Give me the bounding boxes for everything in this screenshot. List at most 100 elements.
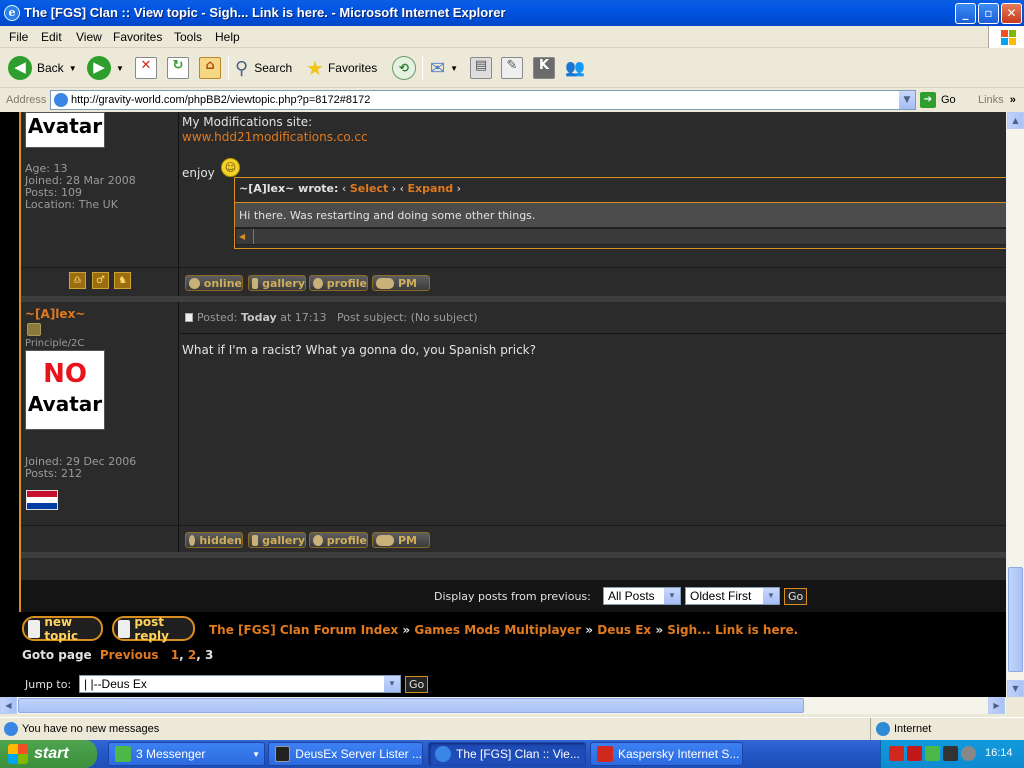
messenger-button[interactable]: 👥 (565, 54, 585, 82)
modifications-link[interactable]: www.hdd21modifications.co.cc (182, 130, 368, 144)
task-messenger[interactable]: 3 Messenger ▼ (108, 742, 265, 766)
task-kaspersky[interactable]: Kaspersky Internet S... (590, 742, 743, 766)
profile-button[interactable]: profile (309, 275, 368, 291)
scroll-thumb[interactable] (1008, 567, 1023, 672)
task-deusex[interactable]: DeusEx Server Lister ... (268, 742, 423, 766)
scroll-thumb[interactable] (18, 698, 804, 713)
home-icon: ⌂ (199, 57, 221, 79)
tray-network-icon[interactable] (889, 746, 904, 761)
pm-button[interactable]: PM (372, 275, 430, 291)
search-button[interactable]: ⚲ Search (235, 54, 292, 82)
edit-button[interactable]: ✎ (501, 54, 523, 82)
close-button[interactable]: ✕ (1001, 3, 1022, 24)
hidden-status-button[interactable]: hidden (185, 532, 243, 548)
tray-monitor-icon[interactable] (943, 746, 958, 761)
display-order-select[interactable]: Oldest First ▼ (685, 587, 780, 605)
document-icon (118, 619, 131, 638)
clock[interactable]: 16:14 (985, 747, 1013, 759)
minimize-button[interactable]: _ (955, 3, 976, 24)
messenger-icon (115, 746, 131, 762)
address-input[interactable]: http://gravity-world.com/phpBB2/viewtopi… (50, 90, 916, 110)
page-link[interactable]: 1 (171, 648, 179, 662)
gallery-button[interactable]: gallery (248, 275, 306, 291)
row-divider (21, 267, 1006, 268)
display-range-value: All Posts (608, 589, 655, 603)
start-button[interactable]: start (0, 740, 97, 768)
search-icon: ⚲ (235, 57, 249, 78)
back-arrow-icon: ◀ (8, 56, 32, 80)
quote-expand-link[interactable]: Expand (408, 182, 454, 195)
hidden-label: hidden (199, 533, 242, 547)
breadcrumb-category[interactable]: Games Mods Multiplayer (414, 623, 581, 637)
print-button[interactable]: ▤ (470, 54, 492, 82)
tray-volume-icon[interactable] (961, 746, 976, 761)
jump-go-button[interactable]: Go (405, 676, 429, 693)
favorites-label: Favorites (327, 61, 378, 75)
posted-day: Today (240, 311, 277, 324)
vertical-scrollbar[interactable]: ▲ ▼ (1006, 112, 1024, 697)
new-topic-button[interactable]: new topic (22, 615, 103, 643)
home-button[interactable]: ⌂ (199, 54, 221, 82)
menu-view[interactable]: View (76, 30, 102, 44)
post-reply-button[interactable]: post reply (112, 614, 195, 643)
scroll-up-icon[interactable]: ▲ (1007, 112, 1024, 129)
previous-page-link[interactable]: Previous (100, 648, 159, 662)
gallery-button[interactable]: gallery (248, 532, 306, 548)
back-button[interactable]: ◀ Back ▼ (8, 54, 77, 82)
scroll-left-icon[interactable]: ◀ (0, 697, 17, 714)
favorites-button[interactable]: ★ Favorites (306, 54, 377, 82)
column-divider (178, 302, 179, 552)
menu-help[interactable]: Help (215, 30, 240, 44)
menu-edit[interactable]: Edit (41, 30, 62, 44)
post-meta: Posted: Today at 17:13 (197, 311, 326, 324)
post-reply-label: post reply (134, 614, 169, 643)
quote-bracket: › ‹ (388, 182, 408, 195)
status-divider (870, 718, 871, 740)
task-label: The [FGS] Clan :: Vie... (456, 747, 580, 761)
scroll-down-icon[interactable]: ▼ (1007, 680, 1024, 697)
back-dropdown-icon[interactable]: ▼ (69, 64, 77, 73)
quote-select-link[interactable]: Select (350, 182, 388, 195)
display-go-button[interactable]: Go (784, 588, 808, 605)
horizontal-scrollbar[interactable]: ◀ ▶ (0, 697, 1006, 714)
scroll-left-icon[interactable]: ◀ (239, 231, 251, 243)
address-dropdown-icon[interactable]: ▼ (898, 91, 915, 109)
tray-messenger-icon[interactable] (925, 746, 940, 761)
menu-file[interactable]: File (9, 30, 28, 44)
toolbar-separator (422, 56, 423, 80)
go-button[interactable]: ➔ Go (920, 92, 956, 108)
history-button[interactable]: ⟲ (392, 54, 416, 82)
task-label: Kaspersky Internet S... (618, 747, 740, 761)
scroll-right-icon[interactable]: ▶ (988, 697, 1005, 714)
user-icon (313, 534, 323, 546)
breadcrumb-topic[interactable]: Sigh... Link is here. (667, 623, 798, 637)
username[interactable]: ~[A]lex~ (25, 307, 85, 321)
links-bar[interactable]: Links » (978, 94, 1016, 106)
ie-icon (435, 746, 451, 762)
page-link[interactable]: 2 (188, 648, 196, 662)
camera-icon (252, 534, 259, 546)
tray-kaspersky-icon[interactable] (907, 746, 922, 761)
discuss-button[interactable]: K (533, 54, 555, 82)
display-range-select[interactable]: All Posts ▼ (603, 587, 681, 605)
start-label: start (34, 745, 69, 762)
mail-dropdown-icon[interactable]: ▼ (450, 64, 458, 73)
chevron-right-icon[interactable]: » (1010, 94, 1016, 106)
stop-button[interactable]: ✕ (135, 54, 157, 82)
messenger-icon: 👥 (565, 60, 585, 77)
profile-button[interactable]: profile (309, 532, 368, 548)
forward-dropdown-icon[interactable]: ▼ (116, 64, 124, 73)
maximize-button[interactable]: ▫ (978, 3, 999, 24)
breadcrumb-forum-index[interactable]: The [FGS] Clan Forum Index (209, 623, 398, 637)
quote-scrollbar[interactable]: ◀ (235, 228, 1006, 245)
menu-tools[interactable]: Tools (174, 30, 202, 44)
jump-to-select[interactable]: | |--Deus Ex ▼ (79, 675, 401, 693)
refresh-button[interactable]: ↻ (167, 54, 189, 82)
task-ie-forum[interactable]: The [FGS] Clan :: Vie... (428, 742, 586, 766)
breadcrumb-forum[interactable]: Deus Ex (597, 623, 651, 637)
mail-button[interactable]: ✉ ▼ (430, 54, 458, 82)
online-button[interactable]: online (185, 275, 243, 291)
menu-favorites[interactable]: Favorites (113, 30, 162, 44)
forward-button[interactable]: ▶ ▼ (87, 54, 124, 82)
pm-button[interactable]: PM (372, 532, 430, 548)
